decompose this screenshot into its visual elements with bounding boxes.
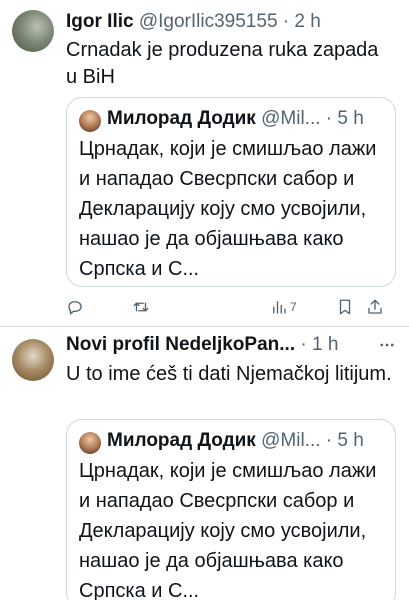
more-icon (380, 343, 394, 347)
reply-icon (68, 301, 82, 316)
tweet[interactable]: Novi profil NedeljkoPan... · 1 h U to im… (0, 326, 409, 600)
bookmark-icon (339, 299, 351, 315)
quoted-avatar (79, 110, 101, 132)
quoted-text: Црнадак, који је смишљао лажи и нападао … (79, 138, 377, 280)
reply-button[interactable] (66, 296, 84, 318)
quoted-author-name: Милорад Додик (107, 108, 256, 129)
action-bar: 7 (66, 296, 399, 318)
avatar[interactable] (12, 10, 54, 52)
separator-dot: · (300, 334, 307, 355)
avatar[interactable] (12, 339, 54, 381)
views-button[interactable]: 7 (270, 296, 297, 318)
tweet-text: U to ime ćeš ti dati Njemačkoj litijum. (66, 363, 392, 385)
more-button[interactable] (375, 333, 399, 357)
timestamp[interactable]: 2 h (294, 11, 320, 32)
separator-dot: · (325, 430, 333, 451)
quoted-timestamp: 5 h (337, 108, 364, 129)
author-name[interactable]: Igor Ilic (66, 11, 134, 32)
tweet-text: Crnadak je produzena ruka zapada u BiH (66, 39, 379, 88)
retweet-button[interactable] (132, 296, 150, 318)
tweet-header: Novi profil NedeljkoPan... · 1 h (66, 332, 369, 358)
quoted-timestamp: 5 h (337, 430, 364, 451)
author-handle[interactable]: @IgorIlic395155 (139, 11, 278, 32)
share-button[interactable] (366, 296, 384, 318)
views-count: 7 (290, 300, 297, 314)
quoted-header: Милорад Додик @Mil... · 5 h (107, 428, 385, 454)
separator-dot: · (325, 108, 333, 129)
retweet-icon (133, 302, 149, 312)
tweet-header: Igor Ilic @IgorIlic395155 · 2 h (66, 9, 399, 35)
quoted-author-name: Милорад Додик (107, 430, 256, 451)
bookmark-button[interactable] (336, 296, 354, 318)
quoted-header: Милорад Додик @Mil... · 5 h (107, 106, 385, 132)
author-name[interactable]: Novi profil NedeljkoPan... (66, 334, 295, 355)
quoted-avatar (79, 432, 101, 454)
timestamp[interactable]: 1 h (312, 334, 338, 355)
views-icon (273, 301, 286, 314)
quoted-author-handle: @Mil... (261, 108, 321, 129)
quoted-text: Црнадак, који је смишљао лажи и нападао … (79, 460, 377, 600)
quoted-tweet[interactable]: Милорад Додик @Mil... · 5 h Црнадак, кој… (66, 419, 396, 600)
tweet[interactable]: Igor Ilic @IgorIlic395155 · 2 h Crnadak … (0, 0, 409, 326)
separator-dot: · (282, 11, 290, 32)
quoted-author-handle: @Mil... (261, 430, 321, 451)
share-icon (368, 299, 382, 314)
quoted-tweet[interactable]: Милорад Додик @Mil... · 5 h Црнадак, кој… (66, 97, 396, 287)
